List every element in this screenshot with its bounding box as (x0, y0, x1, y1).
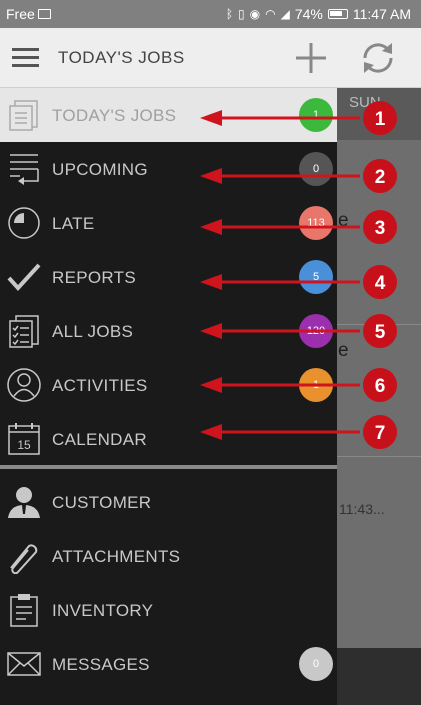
row-divider (337, 456, 421, 457)
page-title: TODAY'S JOBS (58, 48, 185, 67)
battery-icon (327, 9, 348, 19)
day-header: SUN (337, 88, 421, 140)
upcoming-icon (10, 154, 39, 185)
menu-item-messages[interactable]: MESSAGES 0 (0, 637, 337, 691)
menu-item-label: LATE (52, 214, 95, 233)
background-footer (337, 648, 421, 705)
background-time: 11:43... (339, 501, 385, 517)
menu-divider (0, 465, 337, 469)
menu-item-label: REPORTS (52, 268, 136, 287)
menu-item-label: CALENDAR (52, 430, 147, 449)
vibrate-icon: ▯ (238, 7, 245, 21)
count-badge: 1 (299, 368, 333, 402)
menu-item-customer[interactable]: CUSTOMER (0, 475, 337, 529)
count-badge: 120 (299, 314, 333, 348)
menu-item-label: UPCOMING (52, 160, 148, 179)
status-bar: Free ᛒ ▯ ◉ ◠ ◢ 74% 11:47 AM (0, 0, 421, 28)
navigation-drawer: TODAY'S JOBS 1 UPCOMING 0 LATE 113 REPOR… (0, 88, 337, 705)
count-badge: 5 (299, 260, 333, 294)
menu-item-label: ALL JOBS (52, 322, 134, 341)
menu-item-activities[interactable]: ACTIVITIES 1 (0, 358, 337, 412)
background-text: e (338, 210, 349, 231)
carrier-label: Free (6, 6, 35, 22)
sim-icon (37, 9, 51, 19)
signal-icon: ◢ (280, 7, 290, 21)
wifi-icon: ◠ (265, 7, 276, 21)
count-badge: 1 (299, 98, 333, 132)
count-badge: 0 (299, 152, 333, 186)
eye-icon: ◉ (249, 7, 261, 21)
background-content: SUN e e 11:43... (337, 88, 421, 705)
menu-item-todays-jobs[interactable]: TODAY'S JOBS 1 (0, 88, 337, 142)
status-left: Free (6, 6, 51, 22)
bluetooth-icon: ᛒ (225, 7, 234, 21)
menu-item-upcoming[interactable]: UPCOMING 0 (0, 142, 337, 196)
row-divider (337, 324, 421, 325)
customer-icon (8, 487, 40, 518)
menu-item-all-jobs[interactable]: ALL JOBS 120 (0, 304, 337, 358)
clock: 11:47 AM (352, 6, 411, 22)
clipboard-icon (10, 594, 38, 627)
menu-item-label: ACTIVITIES (52, 376, 148, 395)
menu-item-label: MESSAGES (52, 655, 150, 674)
checklist-icon (9, 315, 39, 348)
late-icon (8, 207, 40, 239)
todays-jobs-icon (9, 100, 38, 131)
menu-item-label: TODAY'S JOBS (52, 106, 177, 125)
person-circle-icon (7, 368, 41, 402)
background-text: e (338, 340, 349, 361)
menu-item-late[interactable]: LATE 113 (0, 196, 337, 250)
checkmark-icon (7, 263, 41, 291)
calendar-icon: 15 (8, 423, 40, 455)
menu-item-label: INVENTORY (52, 601, 154, 620)
day-label: SUN (349, 94, 381, 111)
envelope-icon (7, 652, 41, 676)
calendar-day: 15 (17, 438, 31, 452)
hamburger-icon[interactable] (12, 48, 39, 68)
paperclip-icon (10, 544, 38, 574)
menu-item-attachments[interactable]: ATTACHMENTS (0, 529, 337, 583)
menu-item-calendar[interactable]: 15 CALENDAR (0, 412, 337, 466)
menu-item-label: ATTACHMENTS (52, 547, 181, 566)
sync-icon[interactable] (359, 39, 397, 77)
app-bar: TODAY'S JOBS (0, 28, 421, 88)
count-badge: 0 (299, 647, 333, 681)
status-right: ᛒ ▯ ◉ ◠ ◢ 74% 11:47 AM (226, 6, 411, 22)
battery-percent: 74% (294, 6, 323, 22)
menu-item-inventory[interactable]: INVENTORY (0, 583, 337, 637)
count-badge: 113 (299, 206, 333, 240)
menu-item-reports[interactable]: REPORTS 5 (0, 250, 337, 304)
menu-item-label: CUSTOMER (52, 493, 152, 512)
plus-icon[interactable] (294, 41, 328, 75)
